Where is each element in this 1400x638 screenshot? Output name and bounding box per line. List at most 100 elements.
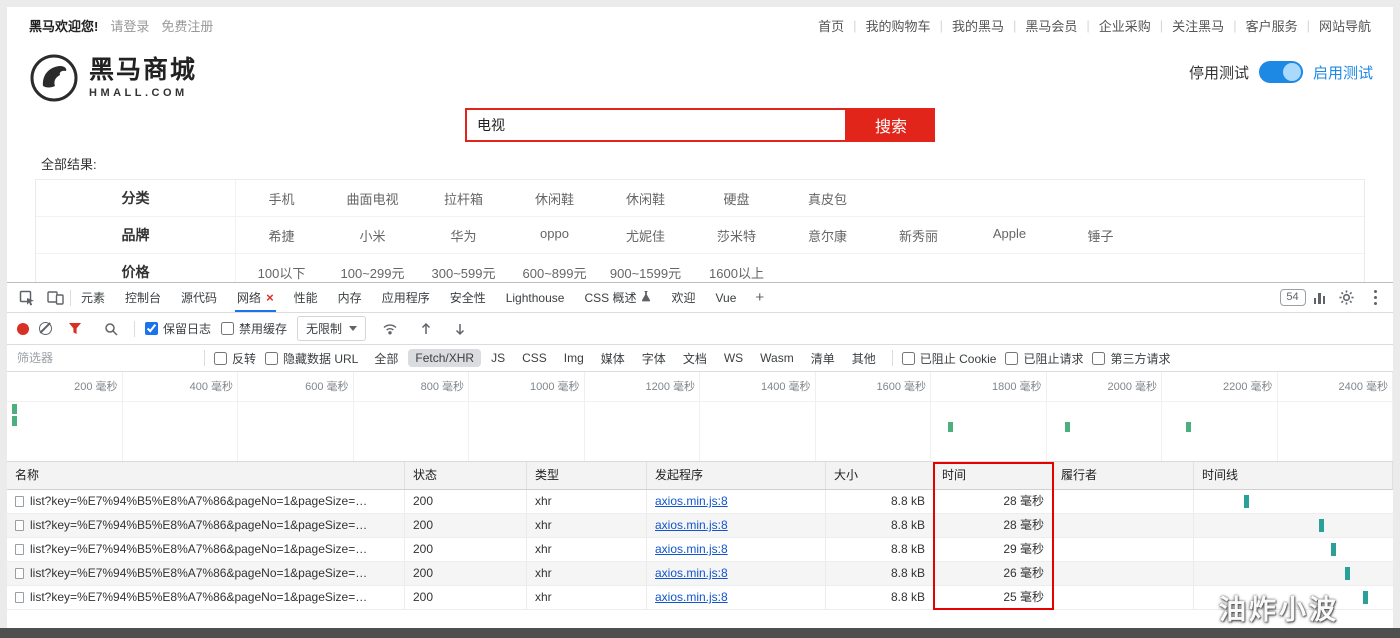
request-type-filter[interactable]: Img	[557, 349, 591, 367]
clear-network-log-icon[interactable]	[39, 322, 52, 335]
devtools-tab[interactable]: 欢迎	[661, 283, 705, 312]
filter-option[interactable]: 曲面电视	[327, 189, 418, 208]
filter-funnel-icon[interactable]	[62, 322, 88, 335]
search-network-icon[interactable]	[98, 322, 124, 336]
filter-option[interactable]: 手机	[236, 189, 327, 208]
devtools-tab[interactable]: 性能	[284, 283, 328, 312]
filter-option[interactable]: 意尔康	[782, 226, 873, 245]
test-toggle-switch[interactable]	[1258, 61, 1303, 83]
filter-option[interactable]: 拉杆箱	[418, 189, 509, 208]
request-type-filter[interactable]: 全部	[367, 348, 405, 369]
performance-monitor-icon[interactable]	[1313, 292, 1325, 304]
column-header[interactable]: 大小	[826, 462, 934, 489]
filter-option[interactable]: 真皮包	[782, 189, 873, 208]
request-type-filter[interactable]: 其他	[845, 348, 883, 369]
topbar-nav-link[interactable]: 我的购物车	[866, 16, 931, 35]
filter-option[interactable]: 100~299元	[327, 263, 418, 282]
filter-option[interactable]: 希捷	[236, 226, 327, 245]
filter-option[interactable]: 300~599元	[418, 263, 509, 282]
add-tab-button[interactable]: +	[746, 283, 773, 312]
devtools-tab[interactable]: 元素	[71, 283, 115, 312]
filter-option[interactable]: oppo	[509, 226, 600, 245]
register-link[interactable]: 免费注册	[161, 16, 213, 35]
network-filter-input[interactable]	[17, 351, 195, 365]
filter-option[interactable]: Apple	[964, 226, 1055, 245]
topbar-nav-link[interactable]: 企业采购	[1099, 16, 1151, 35]
login-link[interactable]: 请登录	[110, 16, 149, 35]
search-input[interactable]	[465, 108, 847, 142]
request-type-filter[interactable]: WS	[717, 349, 750, 367]
export-har-icon[interactable]	[448, 322, 472, 336]
filter-option[interactable]: 新秀丽	[873, 226, 964, 245]
console-messages-badge[interactable]: 54	[1279, 289, 1306, 306]
request-initiator-link[interactable]: axios.min.js:8	[655, 518, 728, 532]
preserve-log-checkbox[interactable]	[145, 322, 158, 335]
request-type-filter[interactable]: Wasm	[753, 349, 801, 367]
column-header[interactable]: 时间线	[1194, 462, 1393, 489]
request-initiator-link[interactable]: axios.min.js:8	[655, 566, 728, 580]
topbar-nav-link[interactable]: 客户服务	[1246, 16, 1298, 35]
devtools-tab[interactable]: 控制台	[115, 283, 171, 312]
topbar-nav-link[interactable]: 关注黑马	[1172, 16, 1224, 35]
request-row[interactable]: list?key=%E7%94%B5%E8%A7%86&pageNo=1&pag…	[7, 586, 1393, 610]
filter-option[interactable]: 小米	[327, 226, 418, 245]
devtools-tab[interactable]: Vue	[705, 283, 746, 312]
devtools-tab[interactable]: CSS 概述	[574, 283, 661, 312]
filter-option[interactable]: 尤妮佳	[600, 226, 691, 245]
record-network-log-button[interactable]	[17, 322, 29, 335]
invert-checkbox[interactable]	[214, 351, 227, 365]
column-header[interactable]: 类型	[527, 462, 647, 489]
network-conditions-icon[interactable]	[376, 322, 404, 335]
filter-option[interactable]: 莎米特	[691, 226, 782, 245]
disable-cache-checkbox[interactable]	[221, 322, 235, 335]
request-initiator-link[interactable]: axios.min.js:8	[655, 494, 728, 508]
import-har-icon[interactable]	[414, 322, 438, 336]
column-header[interactable]: 时间	[934, 462, 1053, 489]
column-header[interactable]: 发起程序	[647, 462, 826, 489]
blocked-requests-checkbox[interactable]	[1005, 351, 1019, 365]
column-header[interactable]: 履行者	[1053, 462, 1194, 489]
settings-gear-icon[interactable]	[1333, 290, 1360, 305]
devtools-tab[interactable]: 应用程序	[372, 283, 440, 312]
shop-logo[interactable]: 黑马商城 HMALL.COM	[29, 53, 197, 103]
devtools-tab[interactable]: 源代码	[171, 283, 227, 312]
request-type-filter[interactable]: CSS	[515, 349, 554, 367]
devtools-tab[interactable]: Lighthouse	[496, 283, 575, 312]
filter-option[interactable]: 华为	[418, 226, 509, 245]
filter-option[interactable]: 休闲鞋	[600, 189, 691, 208]
third-party-checkbox[interactable]	[1092, 351, 1106, 365]
request-type-filter[interactable]: 字体	[635, 348, 673, 369]
throttling-select[interactable]: 无限制	[297, 316, 367, 341]
devtools-tab[interactable]: 网络 ×	[227, 283, 284, 312]
request-row[interactable]: list?key=%E7%94%B5%E8%A7%86&pageNo=1&pag…	[7, 514, 1393, 538]
filter-option[interactable]: 900~1599元	[600, 263, 691, 282]
filter-option[interactable]: 锤子	[1055, 226, 1146, 245]
devtools-tab[interactable]: 安全性	[440, 283, 496, 312]
timeline-overview[interactable]	[7, 402, 1393, 462]
topbar-nav-link[interactable]: 我的黑马	[952, 16, 1004, 35]
blocked-cookies-checkbox[interactable]	[901, 351, 915, 365]
request-type-filter[interactable]: 清单	[804, 348, 842, 369]
filter-option[interactable]: 硬盘	[691, 189, 782, 208]
device-toolbar-icon[interactable]	[41, 290, 70, 305]
request-type-filter[interactable]: JS	[484, 349, 512, 367]
topbar-nav-link[interactable]: 首页	[818, 16, 844, 35]
filter-option[interactable]: 休闲鞋	[509, 189, 600, 208]
column-header[interactable]: 状态	[405, 462, 527, 489]
filter-option[interactable]: 100以下	[236, 263, 327, 282]
devtools-tab[interactable]: 内存	[328, 283, 372, 312]
request-initiator-link[interactable]: axios.min.js:8	[655, 542, 728, 556]
hide-data-urls-checkbox[interactable]	[265, 351, 279, 365]
search-button[interactable]: 搜索	[847, 108, 935, 142]
inspect-element-icon[interactable]	[13, 290, 41, 306]
request-type-filter[interactable]: 文档	[676, 348, 714, 369]
request-type-filter[interactable]: 媒体	[594, 348, 632, 369]
topbar-nav-link[interactable]: 黑马会员	[1025, 16, 1077, 35]
topbar-nav-link[interactable]: 网站导航	[1319, 16, 1371, 35]
filter-option[interactable]: 1600以上	[691, 263, 782, 282]
filter-option[interactable]: 600~899元	[509, 263, 600, 282]
request-row[interactable]: list?key=%E7%94%B5%E8%A7%86&pageNo=1&pag…	[7, 562, 1393, 586]
request-row[interactable]: list?key=%E7%94%B5%E8%A7%86&pageNo=1&pag…	[7, 490, 1393, 514]
tab-close-icon[interactable]: ×	[266, 290, 274, 305]
column-header[interactable]: 名称	[7, 462, 405, 489]
